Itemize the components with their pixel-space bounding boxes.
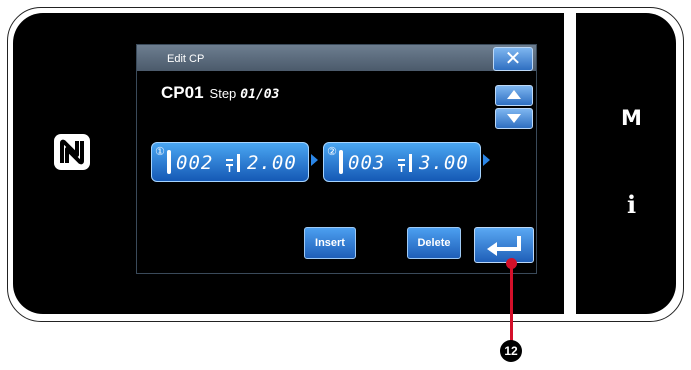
scroll-down-button[interactable] (495, 108, 533, 129)
step-card-2[interactable]: ② 003 3.00 (323, 142, 481, 182)
window-title: Edit CP (167, 53, 205, 65)
enter-arrow-icon (487, 236, 521, 256)
triangle-down-icon (507, 114, 521, 123)
needle-icon (167, 150, 171, 174)
stitch-count: 002 (176, 152, 214, 174)
title-bar: Edit CP ✕ (137, 45, 536, 71)
callout-badge: 12 (500, 340, 522, 362)
close-icon: ✕ (504, 46, 522, 70)
page-title: CP01 Step 01/03 (161, 83, 279, 103)
arrow-right-icon (311, 154, 318, 166)
triangle-up-icon (507, 90, 521, 99)
step-value: 01/03 (240, 87, 280, 102)
nfc-icon[interactable] (53, 133, 91, 171)
insert-button[interactable]: Insert (304, 227, 356, 259)
close-button[interactable]: ✕ (493, 47, 533, 71)
step-label: Step (209, 86, 237, 101)
needle-icon (339, 150, 343, 174)
enter-button[interactable] (474, 227, 534, 263)
callout-line (510, 262, 513, 346)
step-card-1[interactable]: ① 002 2.00 (151, 142, 309, 182)
arrow-right-icon (483, 154, 490, 166)
information-button[interactable]: i (627, 190, 636, 219)
callout-dot (506, 258, 517, 269)
edit-cp-screen: Edit CP ✕ CP01 Step 01/03 ① 002 2.00 ② 003 (136, 44, 537, 274)
stitch-pitch-icon (398, 154, 412, 172)
stitch-count: 003 (348, 152, 386, 174)
pitch-value: 3.00 (419, 152, 469, 174)
scroll-up-button[interactable] (495, 85, 533, 106)
step-index: ① (155, 145, 165, 158)
stitch-pitch-icon (226, 154, 240, 172)
cp-name: CP01 (161, 83, 204, 102)
panel-divider (564, 13, 576, 314)
delete-button[interactable]: Delete (407, 227, 461, 259)
pitch-value: 2.00 (247, 152, 297, 174)
step-index: ② (327, 145, 337, 158)
mode-button[interactable]: M (621, 106, 642, 130)
